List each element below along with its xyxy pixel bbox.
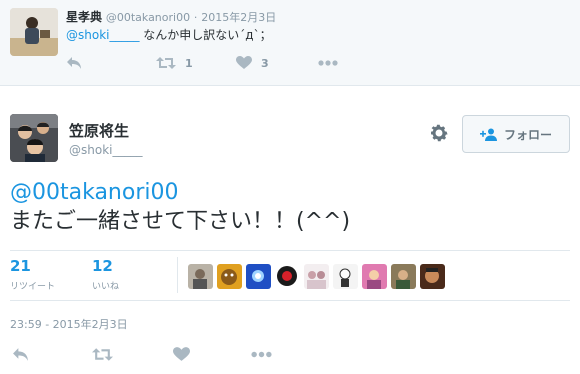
- retweet-label: リツイート: [10, 282, 56, 292]
- tweet-text: @00takanori00 またご一緒させて下さい！！(^^): [10, 178, 570, 236]
- liker-avatar[interactable]: [188, 264, 213, 289]
- retweet-count: 1: [185, 56, 193, 70]
- reply-icon: [13, 347, 28, 361]
- more-icon: [318, 60, 338, 66]
- retweet-button[interactable]: [92, 345, 113, 363]
- retweet-icon: [92, 347, 113, 361]
- handle[interactable]: @00takanori00: [106, 11, 190, 24]
- mention-link[interactable]: @00takanori00: [10, 178, 570, 207]
- liker-avatar[interactable]: [275, 264, 300, 289]
- gear-icon: [431, 124, 448, 142]
- reply-body: なんか申し訳ない´д`；: [139, 28, 272, 42]
- reply-icon: [67, 57, 81, 69]
- avatar[interactable]: [10, 114, 58, 162]
- mention-link[interactable]: @shoki_____: [66, 28, 139, 42]
- more-button[interactable]: [318, 54, 338, 72]
- retweet-icon: [156, 57, 176, 69]
- liker-avatar[interactable]: [304, 264, 329, 289]
- avatar[interactable]: [10, 8, 58, 56]
- reply-text: @shoki_____ なんか申し訳ない´д`；: [66, 26, 272, 43]
- retweet-button[interactable]: 1: [156, 54, 236, 72]
- reply-button[interactable]: [66, 54, 156, 72]
- add-user-icon: [479, 128, 497, 141]
- liker-avatar[interactable]: [391, 264, 416, 289]
- liker-avatar[interactable]: [333, 264, 358, 289]
- heart-icon: [173, 346, 190, 361]
- tweet-body: またご一緒させて下さい！！(^^): [10, 209, 351, 234]
- reply-header: 星孝典 @00takanori00 · 2015年2月3日: [66, 8, 276, 25]
- reply-actions: 1 3: [66, 54, 338, 72]
- display-name[interactable]: 星孝典: [66, 10, 102, 24]
- heart-icon: [236, 56, 252, 69]
- settings-button[interactable]: [428, 122, 450, 144]
- separator: ·: [193, 11, 198, 24]
- divider: [177, 257, 178, 293]
- display-name[interactable]: 笠原将生: [69, 120, 129, 141]
- retweet-total: 21: [10, 257, 31, 275]
- liker-avatar[interactable]: [362, 264, 387, 289]
- like-total: 12: [92, 257, 113, 275]
- like-button[interactable]: [173, 345, 190, 363]
- follow-label: フォロー: [503, 127, 552, 142]
- handle[interactable]: @shoki_____: [69, 143, 142, 157]
- follow-button[interactable]: フォロー: [462, 115, 570, 153]
- like-count: 3: [261, 56, 269, 70]
- retweet-stat[interactable]: 21 リツイート: [10, 257, 55, 292]
- reply-button[interactable]: [12, 345, 30, 363]
- like-button[interactable]: 3: [236, 54, 318, 72]
- liker-avatar[interactable]: [217, 264, 242, 289]
- reply-tweet[interactable]: 星孝典 @00takanori00 · 2015年2月3日 @shoki____…: [0, 0, 580, 86]
- liker-avatar[interactable]: [246, 264, 271, 289]
- more-icon: [251, 351, 272, 357]
- more-button[interactable]: [251, 345, 272, 363]
- tweet-date[interactable]: 2015年2月3日: [201, 11, 276, 24]
- liker-avatar[interactable]: [420, 264, 445, 289]
- liker-avatars: [188, 264, 449, 289]
- divider: [10, 250, 570, 251]
- like-stat[interactable]: 12 いいね: [92, 257, 119, 292]
- divider: [10, 300, 570, 301]
- tweet-timestamp[interactable]: 23:59 - 2015年2月3日: [10, 316, 128, 332]
- like-label: いいね: [92, 282, 120, 292]
